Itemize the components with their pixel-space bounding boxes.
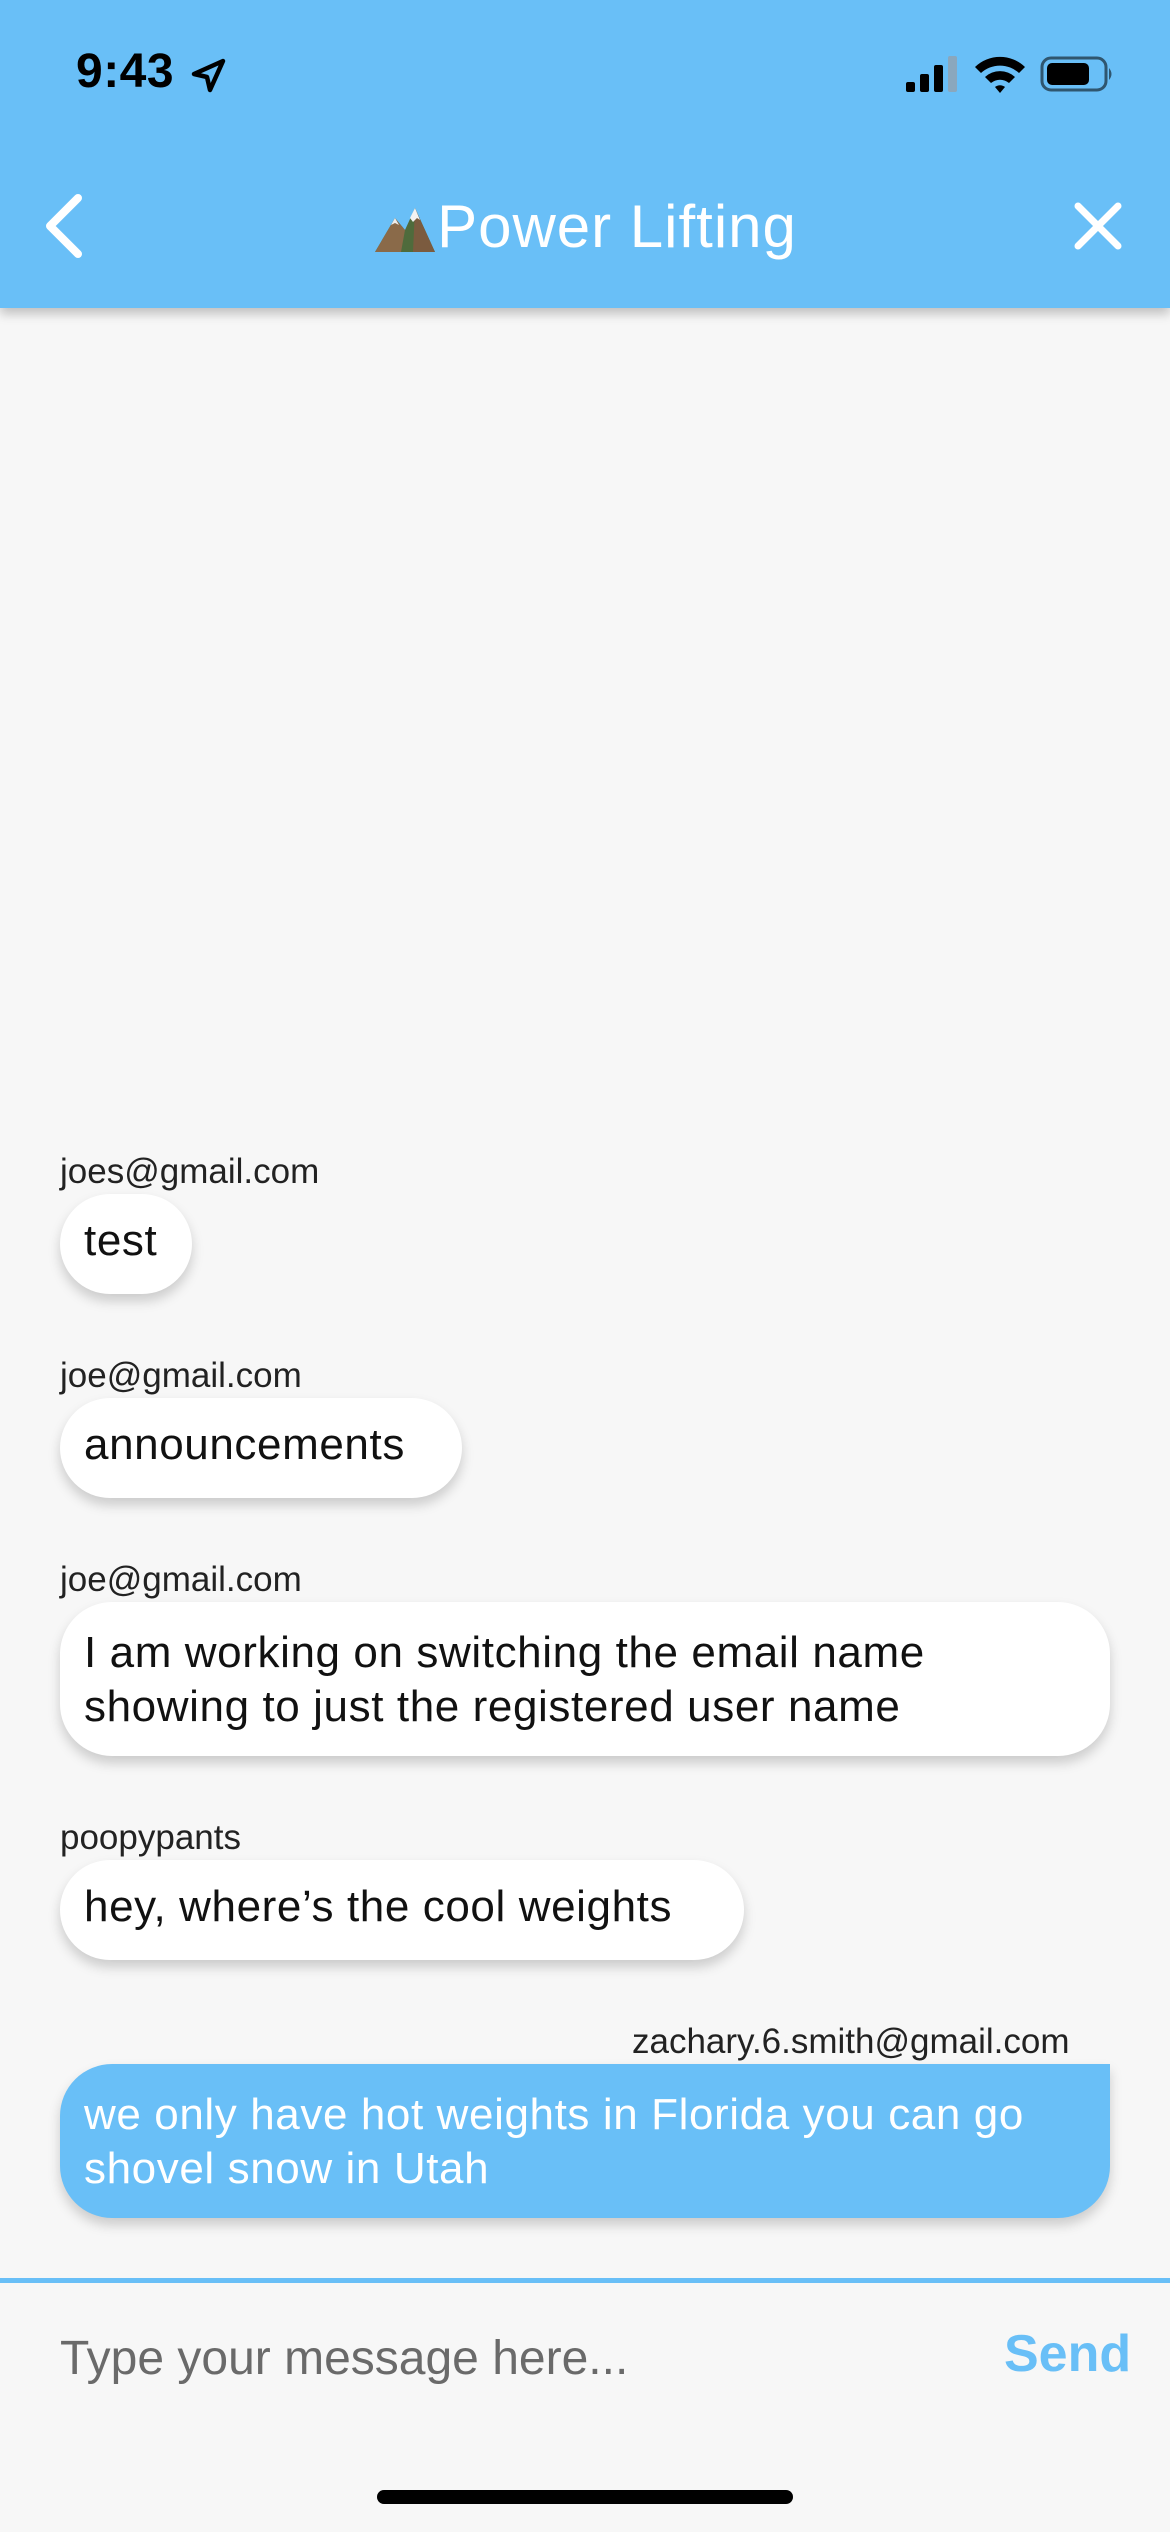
cellular-signal-icon	[906, 56, 957, 92]
status-time: 9:43	[76, 45, 175, 98]
message-bubble: announcements	[60, 1398, 462, 1498]
send-button[interactable]: Send	[1004, 2324, 1131, 2384]
message-input[interactable]	[60, 2320, 960, 2396]
message-bubble: test	[60, 1194, 192, 1294]
mountain-icon	[375, 208, 436, 252]
message-sender: zachary.6.smith@gmail.com	[632, 2022, 1070, 2061]
message-text-line: shovel snow in Utah	[84, 2144, 490, 2193]
message-text: hey, where’s the cool weights	[84, 1882, 673, 1931]
wifi-icon	[975, 56, 1025, 93]
message-bubble: I am working on switching the email name…	[60, 1602, 1110, 1756]
home-indicator	[377, 2490, 793, 2504]
close-button[interactable]	[1066, 194, 1130, 258]
message-sender: joe@gmail.com	[60, 1356, 302, 1395]
message-sender: joe@gmail.com	[60, 1560, 302, 1599]
page-title: Power Lifting	[437, 192, 797, 260]
header-title-group: Power Lifting	[0, 186, 1170, 266]
composer-divider	[0, 2278, 1170, 2283]
message-text: test	[84, 1216, 158, 1265]
app-header: 9:43 Power Lifting	[0, 0, 1170, 308]
message-text-line: we only have hot weights in Florida you …	[84, 2090, 1024, 2139]
message-text-line: showing to just the registered user name	[84, 1682, 901, 1731]
location-arrow-icon	[191, 58, 226, 93]
message-sender: joes@gmail.com	[60, 1152, 320, 1191]
message-bubble: hey, where’s the cool weights	[60, 1860, 744, 1960]
battery-icon	[1040, 56, 1112, 92]
own-message-bubble: we only have hot weights in Florida you …	[60, 2064, 1110, 2218]
message-text-line: I am working on switching the email name	[84, 1628, 925, 1677]
message-sender: poopypants	[60, 1818, 241, 1857]
message-text: announcements	[84, 1420, 405, 1469]
